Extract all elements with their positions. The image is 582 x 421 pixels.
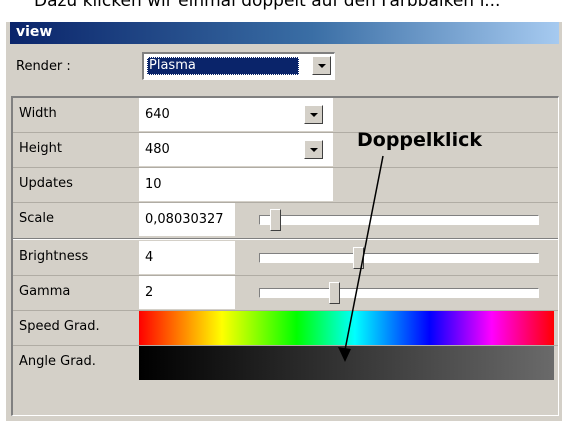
- row-width: Width 640: [13, 98, 558, 132]
- brightness-slider-track[interactable]: [259, 253, 539, 263]
- caption-text: Dazu klicken wir einmal doppelt auf den …: [34, 0, 501, 11]
- scale-slider-track[interactable]: [259, 215, 539, 225]
- render-dropdown-button[interactable]: [312, 56, 331, 75]
- gamma-label: Gamma: [19, 284, 71, 299]
- brightness-slider-thumb[interactable]: [353, 247, 365, 269]
- row-gamma: Gamma 2: [13, 276, 558, 310]
- brightness-input[interactable]: 4: [139, 241, 235, 274]
- title-bar: view: [10, 22, 559, 44]
- render-select[interactable]: Plasma: [142, 52, 335, 80]
- gamma-slider-thumb[interactable]: [328, 282, 340, 304]
- scale-slider-thumb[interactable]: [269, 209, 281, 231]
- annotation-label: Doppelklick: [357, 129, 482, 151]
- speed-grad-label: Speed Grad.: [19, 319, 100, 334]
- section-separator: [13, 238, 558, 240]
- width-label: Width: [19, 106, 57, 121]
- render-label: Render :: [16, 59, 71, 74]
- scale-input[interactable]: 0,08030327: [139, 203, 235, 236]
- scale-label: Scale: [19, 211, 54, 226]
- brightness-label: Brightness: [19, 249, 89, 264]
- angle-grad-label: Angle Grad.: [19, 354, 96, 369]
- gamma-slider-track[interactable]: [259, 288, 539, 298]
- gamma-input[interactable]: 2: [139, 276, 235, 309]
- height-dropdown-button[interactable]: [304, 140, 323, 159]
- row-updates: Updates 10: [13, 168, 558, 202]
- angle-color-gradient-bar[interactable]: [139, 346, 554, 380]
- row-scale: Scale 0,08030327: [13, 203, 558, 237]
- window-title: view: [16, 24, 53, 40]
- updates-input[interactable]: 10: [139, 168, 333, 201]
- render-select-value: Plasma: [147, 57, 299, 75]
- width-dropdown-button[interactable]: [304, 105, 323, 124]
- row-brightness: Brightness 4: [13, 241, 558, 275]
- height-label: Height: [19, 141, 62, 156]
- row-speed-grad: Speed Grad.: [13, 311, 558, 345]
- row-angle-grad: Angle Grad.: [13, 346, 558, 380]
- view-panel: view Render : Plasma Width 640 Height 48…: [6, 22, 562, 421]
- speed-color-gradient-bar[interactable]: [139, 311, 554, 345]
- updates-label: Updates: [19, 176, 73, 191]
